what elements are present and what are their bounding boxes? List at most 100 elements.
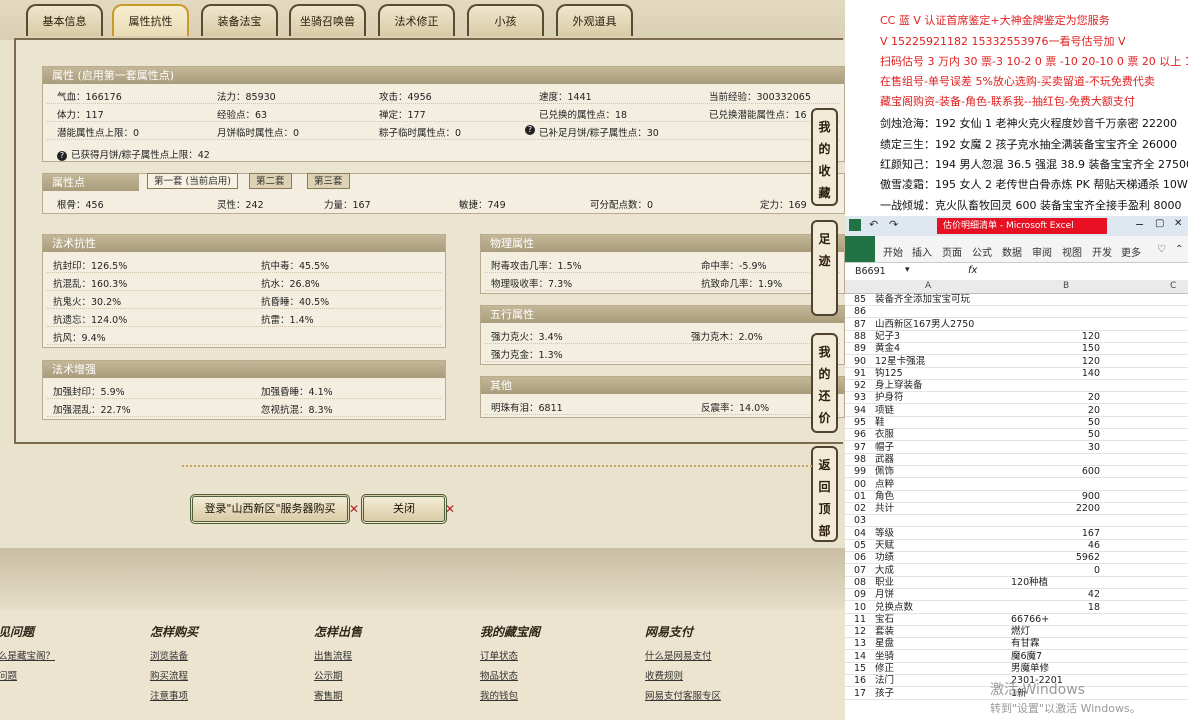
ribbon-tab[interactable]: 视图 [1062, 244, 1082, 259]
file-tab[interactable] [845, 236, 875, 262]
cell-b[interactable]: 150 [1082, 343, 1100, 354]
points-subtab[interactable]: 第二套 [249, 173, 292, 189]
side-button[interactable]: 返回顶部 [811, 446, 838, 542]
column-header[interactable]: B [1063, 281, 1069, 291]
cell-a[interactable]: 衣服 [875, 429, 894, 440]
ribbon-tab[interactable]: 开始 [883, 244, 903, 259]
cell-b[interactable]: 120 [1082, 331, 1100, 342]
tab-item[interactable]: 坐骑召唤兽 [289, 4, 366, 36]
cell-b[interactable]: 2200 [1076, 503, 1100, 514]
cell-a[interactable]: 天赋 [875, 540, 894, 551]
cell-a[interactable]: 大成 [875, 565, 894, 576]
side-button[interactable]: 我的还价 [811, 333, 838, 433]
cell-a[interactable]: 星盘 [875, 638, 894, 649]
cell-a[interactable]: 点粹 [875, 479, 894, 490]
footer-link[interactable]: 寄售期 [314, 688, 343, 702]
cell-a[interactable]: 黄金4 [875, 343, 900, 354]
footer-link[interactable]: 我的钱包 [480, 688, 518, 702]
column-header[interactable]: A [925, 281, 931, 291]
cell-a[interactable]: 法门 [875, 675, 894, 686]
ribbon-tab[interactable]: 审阅 [1032, 244, 1052, 259]
cell-a[interactable]: 坐骑 [875, 651, 894, 662]
name-box[interactable]: B6691 [855, 266, 886, 277]
tab-item[interactable]: 法术修正 [378, 4, 455, 36]
footer-link[interactable]: 收费规则 [645, 668, 683, 682]
ribbon-tab[interactable]: 数据 [1002, 244, 1022, 259]
footer-link[interactable]: 网易支付客服专区 [645, 688, 721, 702]
cell-a[interactable]: 宝石 [875, 614, 894, 625]
cell-a[interactable]: 帽子 [875, 442, 894, 453]
cell-a[interactable]: 月饼 [875, 589, 894, 600]
cell-b[interactable]: 30 [1088, 442, 1100, 453]
footer-link[interactable]: 么是藏宝阁？ [0, 648, 55, 662]
side-button[interactable]: 足迹 [811, 220, 838, 316]
cell-a[interactable]: 孩子 [875, 688, 894, 699]
cell-b[interactable]: 18 [1088, 602, 1100, 613]
footer-link[interactable]: 购买流程 [150, 668, 188, 682]
cell-a[interactable]: 项链 [875, 405, 894, 416]
minimize-icon[interactable]: − [1135, 218, 1144, 231]
cell-b[interactable]: 600 [1082, 466, 1100, 477]
ribbon-heart-icon[interactable]: ♡ [1157, 244, 1166, 255]
tab-item[interactable]: 基本信息 [26, 4, 103, 36]
restore-icon[interactable]: ▢ [1155, 218, 1164, 229]
cell-a[interactable]: 武器 [875, 454, 894, 465]
help-icon[interactable]: ? [525, 125, 535, 135]
cell-a[interactable]: 妃子3 [875, 331, 900, 342]
footer-link[interactable]: 出售流程 [314, 648, 352, 662]
ribbon-tab[interactable]: 页面 [942, 244, 962, 259]
cell-a[interactable]: 功绩 [875, 552, 894, 563]
cell-a[interactable]: 套装 [875, 626, 894, 637]
cell-a[interactable]: 修正 [875, 663, 894, 674]
footer-link[interactable]: 什么是网易支付 [645, 648, 712, 662]
cell-b[interactable]: 5962 [1076, 552, 1100, 563]
name-box-dropdown-icon[interactable]: ▾ [905, 265, 910, 275]
cell-a[interactable]: 职业 [875, 577, 894, 588]
cell-a[interactable]: 共计 [875, 503, 894, 514]
ribbon-tab[interactable]: 开发 [1092, 244, 1112, 259]
cell-b[interactable]: 0 [1094, 565, 1100, 576]
login-buy-button[interactable]: 登录"山西新区"服务器购买 [190, 494, 350, 524]
cell-a[interactable]: 佩饰 [875, 466, 894, 477]
cell-b[interactable]: 20 [1088, 405, 1100, 416]
cell-a[interactable]: 等级 [875, 528, 894, 539]
ribbon-tab[interactable]: 更多 [1121, 244, 1141, 259]
footer-link[interactable]: 公示期 [314, 668, 343, 682]
cell-b[interactable]: 140 [1082, 368, 1100, 379]
ribbon-tab[interactable]: 插入 [912, 244, 932, 259]
column-header[interactable]: C [1170, 281, 1176, 291]
cell-a[interactable]: 角色 [875, 491, 894, 502]
tab-item[interactable]: 小孩 [467, 4, 544, 36]
cell-a[interactable]: 12星卡强混 [875, 356, 925, 367]
cell-a[interactable]: 兑换点数 [875, 602, 913, 613]
help-icon[interactable]: ? [57, 151, 67, 161]
function-icon[interactable]: fx [968, 265, 977, 276]
cell-b[interactable]: 50 [1088, 417, 1100, 428]
ribbon-tab[interactable]: 公式 [972, 244, 992, 259]
cell-b[interactable]: 50 [1088, 429, 1100, 440]
cell-b[interactable]: 120 [1082, 356, 1100, 367]
cell-a[interactable]: 钩125 [875, 368, 903, 379]
cell-b[interactable]: 900 [1082, 491, 1100, 502]
cell-a[interactable]: 装备齐全添加宝宝可玩 [875, 294, 970, 305]
cell-b[interactable]: 有甘霖 [1011, 638, 1040, 649]
cell-b[interactable]: 46 [1088, 540, 1100, 551]
cell-b[interactable]: 燃灯 [1011, 626, 1030, 637]
tab-item[interactable]: 属性抗性 [112, 4, 189, 36]
side-button[interactable]: 我的收藏 [811, 108, 838, 206]
footer-link[interactable]: 注意事项 [150, 688, 188, 702]
cell-b[interactable]: 120种植 [1011, 577, 1048, 588]
footer-link[interactable]: 物品状态 [480, 668, 518, 682]
redo-icon[interactable]: ↷ [889, 218, 898, 231]
tab-item[interactable]: 外观道具 [556, 4, 633, 36]
footer-link[interactable]: 浏览装备 [150, 648, 188, 662]
cell-b[interactable]: 66766+ [1011, 614, 1049, 625]
cell-b[interactable]: 167 [1082, 528, 1100, 539]
cell-a[interactable]: 身上穿装备 [875, 380, 923, 391]
close-button[interactable]: 关闭 [361, 494, 447, 524]
tab-item[interactable]: 装备法宝 [201, 4, 278, 36]
cell-b[interactable]: 魔6魔7 [1011, 651, 1042, 662]
close-icon[interactable]: ✕ [1174, 218, 1182, 229]
footer-link[interactable]: 订单状态 [480, 648, 518, 662]
points-subtab[interactable]: 第三套 [307, 173, 350, 189]
